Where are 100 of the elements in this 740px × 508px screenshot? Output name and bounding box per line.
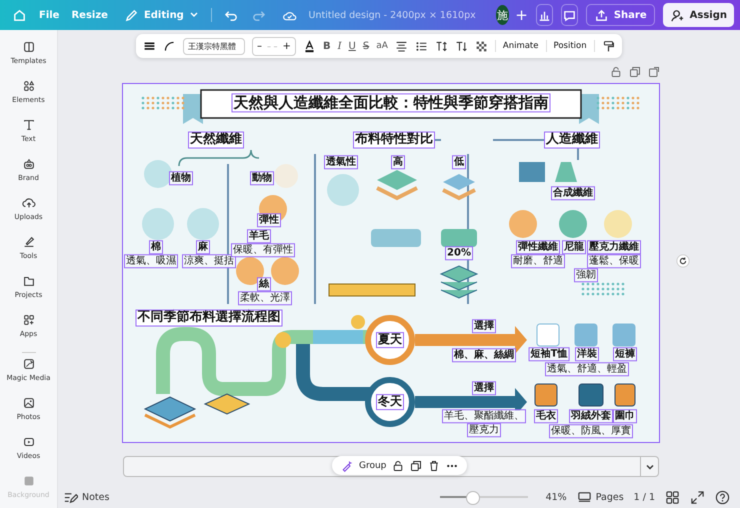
duplicate-icon[interactable]: [410, 460, 422, 472]
assign-button[interactable]: Assign: [662, 3, 734, 27]
insights-button[interactable]: [536, 4, 553, 26]
text-icon: [22, 118, 36, 132]
canvas-text[interactable]: 動物: [251, 172, 273, 184]
pen-icon: [22, 235, 36, 249]
image-icon: [22, 396, 36, 410]
letter-spacing-icon[interactable]: [434, 40, 448, 52]
canvas-text[interactable]: 保暖、防風、厚實: [550, 425, 632, 437]
corner-rounding-icon[interactable]: [163, 40, 176, 52]
add-page-icon[interactable]: [648, 66, 660, 78]
format-button[interactable]: U: [348, 40, 356, 52]
share-button[interactable]: Share: [586, 4, 655, 26]
magic-pencil-icon[interactable]: [341, 460, 353, 472]
notes-button[interactable]: Notes: [63, 490, 110, 504]
folder-icon: [22, 274, 36, 288]
canvas-text[interactable]: 柔軟、光澤: [239, 292, 291, 304]
group-button[interactable]: Group: [359, 460, 386, 470]
canvas-text[interactable]: 洋裝: [576, 348, 598, 360]
rotate-icon[interactable]: [676, 254, 690, 268]
canvas-text[interactable]: 選擇: [473, 382, 495, 394]
canvas-text[interactable]: 植物: [170, 172, 192, 184]
format-button[interactable]: B: [322, 40, 331, 52]
format-button[interactable]: S: [362, 40, 370, 52]
bulleted-list-icon[interactable]: [414, 40, 428, 52]
pencil-icon: [124, 8, 139, 22]
user-avatar[interactable]: 施: [496, 5, 510, 25]
canvas-text[interactable]: 絲: [258, 278, 270, 290]
canvas-text[interactable]: 短袖T恤: [530, 348, 568, 360]
text-color-icon[interactable]: [302, 40, 316, 52]
canvas-text[interactable]: 羊毛: [248, 230, 270, 242]
cloud-upload-icon: [22, 196, 36, 210]
align-center-icon[interactable]: [394, 40, 408, 52]
toolbar-button[interactable]: Animate: [502, 41, 538, 51]
canvas-text[interactable]: 保暖、有彈性: [232, 244, 294, 256]
canvas-text[interactable]: 棉、麻、絲綢: [453, 349, 515, 361]
canvas-text[interactable]: 透氣、舒適、輕盈: [546, 363, 628, 375]
canvas-text[interactable]: 短褲: [614, 348, 636, 360]
apps-icon: [22, 313, 36, 327]
zoom-slider[interactable]: [440, 491, 528, 503]
format-button[interactable]: aA: [376, 41, 388, 51]
zoom-slider-thumb[interactable]: [466, 491, 480, 505]
trash-icon[interactable]: [428, 460, 440, 472]
person-add-icon: [670, 8, 685, 22]
canvas-text[interactable]: 麻: [197, 241, 209, 253]
zoom-reading: 41%: [546, 492, 567, 502]
comment-button[interactable]: [560, 4, 578, 26]
canvas-text[interactable]: 壓克力: [468, 424, 500, 436]
increase-size-button[interactable]: +: [282, 40, 291, 52]
canvas-text[interactable]: 強韌: [575, 269, 597, 281]
canvas-text[interactable]: 高: [392, 156, 404, 168]
fullscreen-icon[interactable]: [690, 490, 705, 504]
canvas-text[interactable]: 羊毛、聚酯纖維、: [443, 410, 525, 422]
canvas-text[interactable]: 20%: [446, 247, 472, 259]
line-weight-icon[interactable]: [143, 40, 156, 52]
canvas-text[interactable]: 圍巾: [614, 410, 636, 422]
upload-icon: [594, 8, 609, 22]
grid-view-icon[interactable]: [665, 490, 680, 504]
add-collaborator-button[interactable]: +: [515, 6, 528, 24]
transparency-icon[interactable]: [474, 40, 488, 52]
decrease-size-button[interactable]: –: [257, 40, 262, 52]
square-icon: [22, 474, 36, 488]
canvas-text[interactable]: 耐磨、舒適: [512, 255, 564, 267]
canvas-text[interactable]: 布料特性對比: [354, 132, 434, 148]
canvas-text[interactable]: 彈性纖維: [517, 241, 559, 253]
paint-roller-icon[interactable]: [602, 40, 615, 52]
lock-icon[interactable]: [392, 460, 404, 472]
canvas-text[interactable]: 冬天: [377, 395, 403, 409]
canvas-text[interactable]: 合成纖維: [552, 187, 594, 199]
canvas-text[interactable]: 選擇: [473, 320, 495, 332]
robot-icon: [22, 157, 36, 171]
pages-icon: [576, 490, 592, 504]
canvas-text[interactable]: 透氣、吸濕: [125, 255, 177, 267]
pages-button[interactable]: Pages: [576, 490, 624, 504]
canvas-text[interactable]: 低: [453, 156, 465, 168]
image-sparkle-icon: [22, 357, 36, 371]
font-picker[interactable]: 王漢宗特黑體: [183, 38, 245, 54]
font-size-control[interactable]: – – – +: [252, 36, 296, 56]
play-icon: [22, 435, 36, 449]
canvas-text[interactable]: 天然與人造纖維全面比較：特性與季節穿搭指南: [232, 94, 550, 112]
toolbar-button[interactable]: Position: [554, 41, 587, 51]
shapes-icon: [22, 79, 36, 93]
canvas-text[interactable]: 夏天: [377, 333, 403, 347]
format-button[interactable]: I: [338, 40, 342, 52]
canvas-text[interactable]: 棉: [150, 241, 162, 253]
canvas-text[interactable]: 壓克力纖維: [588, 241, 640, 253]
canvas-text[interactable]: 彈性: [258, 214, 280, 226]
canvas-text[interactable]: 蓬鬆、保暖: [588, 255, 640, 267]
canvas-text[interactable]: 涼爽、挺括: [183, 255, 235, 267]
canvas-text[interactable]: 毛衣: [535, 410, 557, 422]
line-height-icon[interactable]: [454, 40, 468, 52]
page-count: 1 / 1: [634, 492, 655, 502]
layout-icon: [22, 40, 36, 54]
expand-pages-button[interactable]: [641, 456, 659, 477]
canvas-text[interactable]: 透氣性: [325, 156, 357, 168]
help-icon[interactable]: [715, 490, 730, 504]
canvas-text[interactable]: 人造纖維: [545, 132, 599, 148]
canvas-text[interactable]: 尼龍: [563, 241, 585, 253]
document-title: Untitled design - 2400px × 1610px: [308, 10, 476, 20]
canvas-text[interactable]: 羽絨外套: [570, 410, 612, 422]
